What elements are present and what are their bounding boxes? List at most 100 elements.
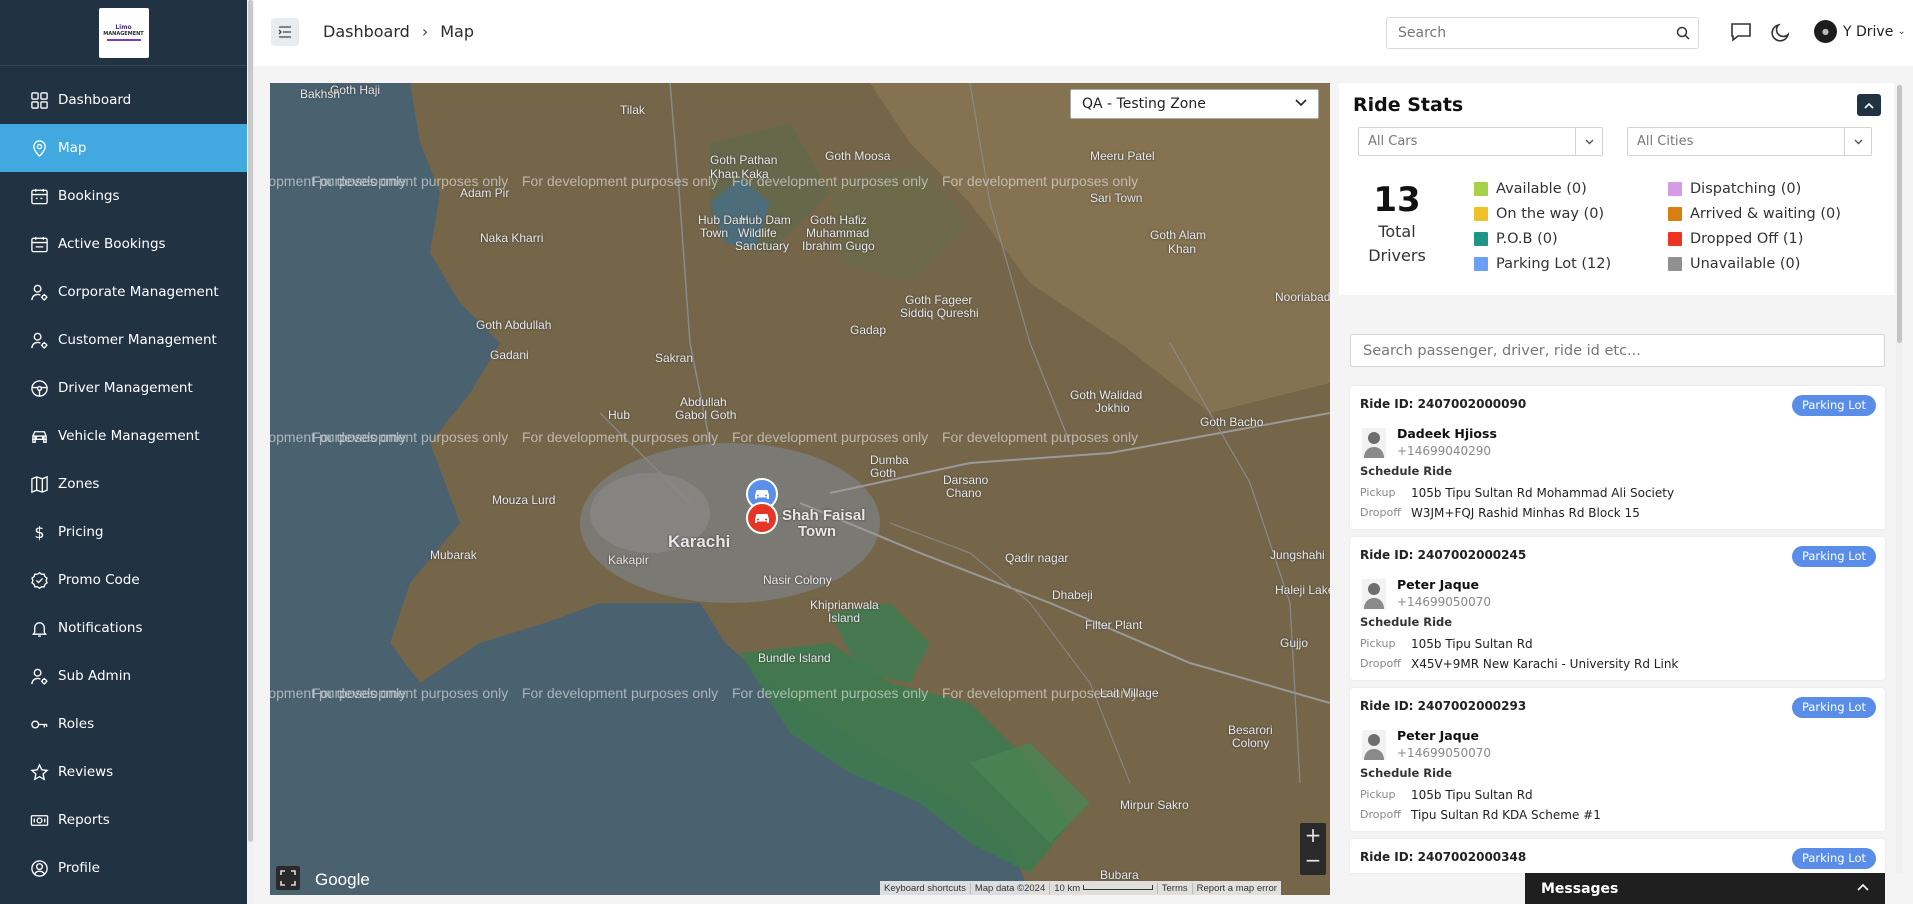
sidebar-item-driver-management[interactable]: Driver Management — [0, 364, 247, 412]
search-icon[interactable] — [1676, 26, 1690, 40]
legend-item: Unavailable (0) — [1668, 251, 1800, 276]
map-place-label: Goth Fageer — [905, 293, 973, 307]
ride-panel-scrollbar[interactable] — [1896, 83, 1903, 873]
status-badge: Parking Lot — [1791, 546, 1876, 567]
user-menu[interactable]: ● Y Drive ⌄ — [1814, 20, 1906, 43]
collapse-button[interactable] — [1857, 94, 1881, 116]
cars-filter-select[interactable]: All Cars — [1358, 127, 1603, 156]
map-place-label: Wildlife — [738, 226, 777, 240]
ride-search-input[interactable] — [1363, 342, 1863, 359]
legend-item: Dispatching (0) — [1668, 176, 1801, 201]
sidebar-item-reports[interactable]: Reports — [0, 796, 247, 844]
legend-swatch — [1668, 231, 1682, 246]
sidebar-item-pricing[interactable]: $ Pricing — [0, 508, 247, 556]
passenger-name: Dadeek Hjioss — [1397, 426, 1497, 441]
legend-swatch — [1668, 181, 1682, 196]
map-place-label: Ibrahim Gugo — [802, 239, 875, 253]
company-logo[interactable]: Limo MANAGEMENT — [98, 7, 149, 58]
map-place-label: Colony — [1232, 736, 1270, 750]
sidebar-item-label: Reviews — [58, 764, 114, 780]
map-place-label: Khiprianwala — [810, 598, 879, 612]
sidebar-item-roles[interactable]: Roles — [0, 700, 247, 748]
badge-check-icon — [31, 571, 48, 589]
dropoff-label: Dropoff — [1360, 808, 1401, 821]
sidebar-toggle-button[interactable] — [271, 18, 299, 46]
map-place-label: Dumba — [870, 453, 909, 467]
map-place-label: Kakapir — [608, 553, 649, 567]
sidebar-item-vehicle-management[interactable]: Vehicle Management — [0, 412, 247, 460]
sidebar-item-notifications[interactable]: Notifications — [0, 604, 247, 652]
moon-icon[interactable] — [1770, 21, 1792, 43]
map-place-label: Jungshahi — [1270, 548, 1325, 562]
breadcrumb-dashboard[interactable]: Dashboard — [323, 22, 410, 41]
search-input[interactable] — [1398, 25, 1668, 41]
money-icon — [30, 814, 49, 826]
dropoff-address: X45V+9MR New Karachi - University Rd Lin… — [1411, 657, 1679, 671]
ride-id: Ride ID: 2407002000090 — [1360, 397, 1527, 411]
sidebar-item-label: Corporate Management — [58, 284, 219, 300]
map-place-label: Mouza Lurd — [492, 493, 556, 507]
dev-watermark: For development purposes only — [522, 173, 719, 189]
sidebar-item-label: Dashboard — [58, 92, 132, 108]
sidebar-item-active-bookings[interactable]: Active Bookings — [0, 220, 247, 268]
fullscreen-button[interactable] — [276, 866, 300, 890]
messages-panel-toggle[interactable]: Messages — [1525, 873, 1885, 904]
map-view[interactable]: QA - Testing Zone For development purpos… — [270, 83, 1330, 895]
map-place-label: Mirpur Sakro — [1120, 798, 1189, 812]
legend-label: On the way (0) — [1496, 205, 1605, 222]
sidebar-item-sub-admin[interactable]: Sub Admin — [0, 652, 247, 700]
map-place-label: Goth Abdullah — [476, 318, 552, 332]
pickup-label: Pickup — [1360, 637, 1396, 650]
sidebar-item-map[interactable]: Map — [0, 124, 247, 172]
user-gear-icon — [31, 668, 48, 685]
google-logo: Google — [315, 870, 370, 889]
user-circle-icon — [31, 859, 48, 877]
sidebar-item-corporate-management[interactable]: Corporate Management — [0, 268, 247, 316]
cities-filter-select[interactable]: All Cities — [1627, 127, 1872, 156]
sidebar-item-bookings[interactable]: Bookings — [0, 172, 247, 220]
ride-card[interactable]: Ride ID: 2407002000090 Parking Lot Dadee… — [1350, 386, 1885, 529]
sidebar-item-promo-code[interactable]: Promo Code — [0, 556, 247, 604]
sidebar-item-reviews[interactable]: Reviews — [0, 748, 247, 796]
map-place-label: Filter Plant — [1085, 618, 1143, 632]
map-place-label: Chano — [946, 486, 982, 500]
ride-card[interactable]: Ride ID: 2407002000348 Parking Lot — [1350, 839, 1885, 873]
map-place-label: Gujjo — [1280, 636, 1309, 650]
ride-id: Ride ID: 2407002000348 — [1360, 850, 1527, 864]
chat-icon[interactable] — [1730, 21, 1752, 43]
map-place-label: Khan Kaka — [710, 167, 769, 181]
location-pin-icon — [33, 139, 46, 157]
total-drivers: 13 Total Drivers — [1357, 180, 1437, 268]
map-place-label: Tilak — [620, 103, 645, 117]
terms-link[interactable]: Terms — [1158, 882, 1193, 894]
sidebar-item-zones[interactable]: Zones — [0, 460, 247, 508]
map-place-label: Siddiq Qureshi — [900, 306, 979, 320]
sidebar-item-customer-management[interactable]: Customer Management — [0, 316, 247, 364]
chevron-down-icon — [1585, 139, 1593, 144]
dev-watermark: For development purposes only — [942, 429, 1139, 445]
map-place-label: Goth Bacho — [1200, 415, 1264, 429]
sidebar-item-label: Profile — [58, 860, 100, 876]
dev-watermark: For development purposes only — [312, 685, 509, 701]
zone-select[interactable]: QA - Testing Zone — [1070, 89, 1319, 119]
chevron-down-icon: ⌄ — [1897, 26, 1906, 37]
sidebar-item-dashboard[interactable]: Dashboard — [0, 76, 247, 124]
zoom-out-button[interactable]: − — [1300, 848, 1326, 873]
pickup-address: 105b Tipu Sultan Rd Mohammad Ali Society — [1411, 486, 1675, 500]
ride-card[interactable]: Ride ID: 2407002000293 Parking Lot Peter… — [1350, 688, 1885, 831]
zoom-in-button[interactable]: + — [1300, 823, 1326, 848]
map-place-label: Hub Dam — [698, 213, 749, 227]
sidebar-scrollbar-thumb[interactable] — [248, 0, 253, 842]
car-marker-dropped-off[interactable] — [746, 502, 778, 534]
map-place-label: Haleji Lake — [1275, 583, 1330, 597]
key-icon — [31, 720, 48, 728]
map-attribution: Keyboard shortcuts Map data ©2024 10 km … — [880, 881, 1281, 895]
map-place-label: Naka Kharri — [480, 231, 544, 245]
ride-card[interactable]: Ride ID: 2407002000245 Parking Lot Peter… — [1350, 537, 1885, 680]
sidebar-item-profile[interactable]: Profile — [0, 844, 247, 892]
keyboard-shortcuts-link[interactable]: Keyboard shortcuts — [880, 882, 971, 894]
report-map-error-link[interactable]: Report a map error — [1193, 883, 1281, 894]
map-place-label: Nasir Colony — [763, 573, 832, 587]
sidebar-item-label: Active Bookings — [58, 236, 166, 252]
map-place-label: Gabol Goth — [675, 408, 737, 422]
